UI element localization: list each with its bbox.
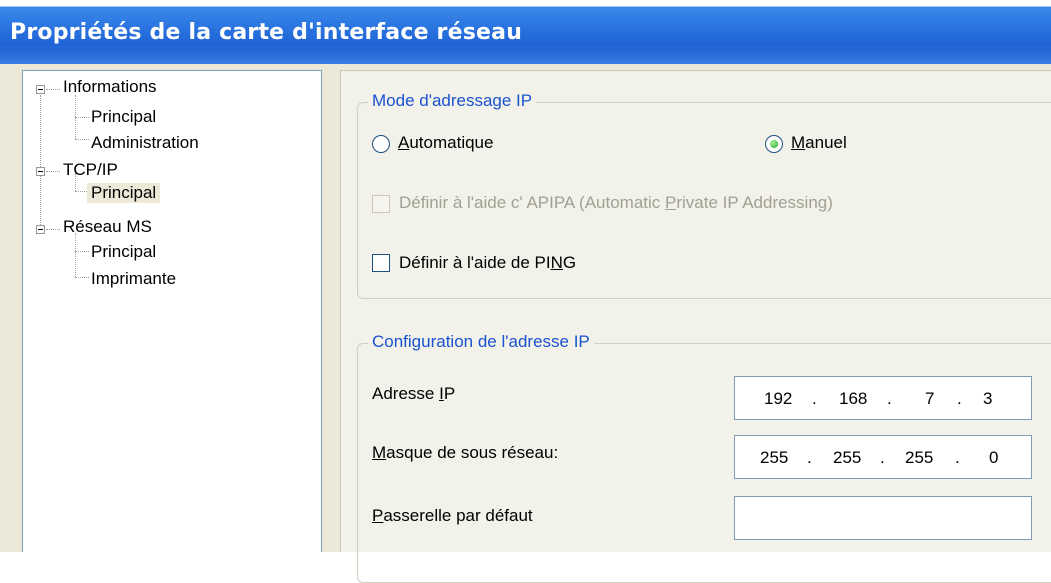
navigation-tree[interactable]: Informations Principal Administration TC…: [22, 70, 322, 552]
tree-item-informations[interactable]: Informations: [63, 77, 157, 97]
apipa-label[interactable]: Définir à l'aide c' APIPA (Automatic Pri…: [399, 193, 833, 213]
tree-item-imprimante[interactable]: Imprimante: [91, 269, 176, 289]
subnet-mask-field[interactable]: 255 . 255 . 255 . 0: [734, 435, 1032, 479]
tree-item-administration[interactable]: Administration: [91, 133, 199, 153]
title-bar[interactable]: Propriétés de la carte d'interface résea…: [0, 0, 1051, 64]
ip-octet-1[interactable]: 192: [764, 389, 792, 409]
ip-octet-2[interactable]: 168: [839, 389, 867, 409]
tree-connector: [75, 139, 89, 140]
tree-connector: [46, 89, 60, 90]
tree-connector: [75, 191, 87, 192]
ip-octet-3[interactable]: 7: [925, 389, 934, 409]
gateway-field[interactable]: [734, 496, 1032, 540]
mask-separator: .: [955, 448, 960, 467]
tree-item-tcpip[interactable]: TCP/IP: [63, 160, 118, 180]
tree-connector: [75, 117, 89, 118]
ip-config-legend: Configuration de l'adresse IP: [368, 332, 594, 352]
ip-address-field[interactable]: 192 . 168 . 7 . 3: [734, 376, 1032, 420]
subnet-mask-label: Masque de sous réseau:: [372, 443, 559, 462]
ip-address-label: Adresse IP: [372, 384, 456, 403]
tree-item-reseau-ms-principal[interactable]: Principal: [91, 242, 156, 262]
tree-item-reseau-ms[interactable]: Réseau MS: [63, 217, 152, 237]
gateway-label: Passerelle par défaut: [372, 506, 533, 525]
window-title: Propriétés de la carte d'interface résea…: [10, 20, 523, 45]
collapse-icon[interactable]: [36, 85, 45, 94]
automatic-label[interactable]: Automatique: [398, 133, 493, 153]
ping-label[interactable]: Définir à l'aide de PING: [399, 253, 576, 273]
apipa-checkbox[interactable]: [372, 195, 390, 213]
ip-mode-legend: Mode d'adressage IP: [368, 91, 537, 111]
tree-connector: [75, 251, 89, 252]
mask-octet-4[interactable]: 0: [989, 448, 998, 468]
mask-octet-1[interactable]: 255: [760, 448, 788, 468]
mask-separator: .: [880, 448, 885, 467]
tree-item-informations-principal[interactable]: Principal: [91, 107, 156, 127]
mask-separator: .: [807, 448, 812, 467]
properties-panel: Mode d'adressage IP Automatique Manuel D…: [340, 70, 1051, 583]
tree-connector: [75, 233, 76, 277]
ip-separator: .: [957, 389, 962, 408]
tree-item-tcpip-principal-selected[interactable]: Principal: [87, 183, 161, 203]
ping-checkbox[interactable]: [372, 254, 390, 272]
manual-radio[interactable]: [765, 135, 783, 153]
mask-octet-2[interactable]: 255: [833, 448, 861, 468]
collapse-icon[interactable]: [36, 225, 45, 234]
mask-octet-3[interactable]: 255: [905, 448, 933, 468]
tree-connector: [46, 171, 60, 172]
automatic-radio[interactable]: [372, 135, 390, 153]
tree-connector: [46, 229, 60, 230]
ip-separator: .: [887, 389, 892, 408]
manual-label[interactable]: Manuel: [791, 133, 847, 153]
ip-octet-4[interactable]: 3: [983, 389, 992, 409]
collapse-icon[interactable]: [36, 167, 45, 176]
tree-connector: [40, 95, 41, 229]
ip-separator: .: [812, 389, 817, 408]
tree-connector: [75, 277, 89, 278]
